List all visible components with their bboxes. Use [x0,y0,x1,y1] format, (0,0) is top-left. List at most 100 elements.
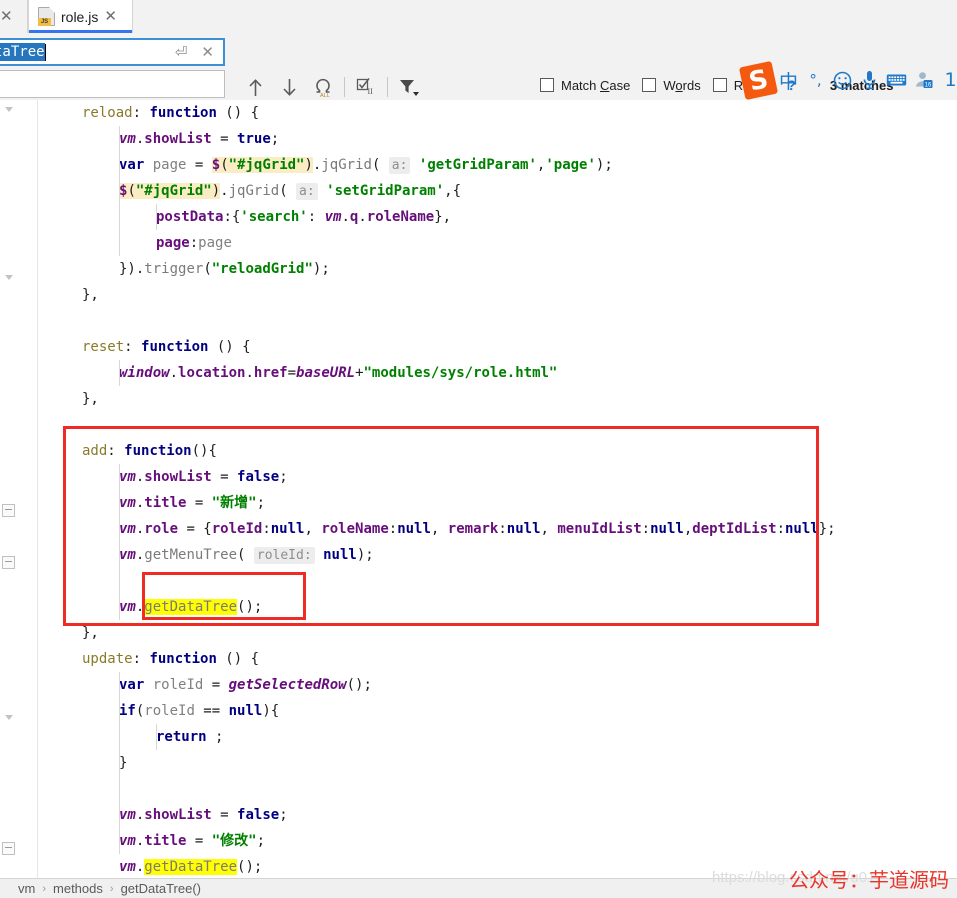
code-token: ( [371,157,389,173]
gutter-divider [37,100,38,878]
fold-collapse-icon[interactable] [2,842,15,855]
emoji-icon[interactable] [829,64,856,97]
next-occurrence-icon[interactable] [272,74,306,100]
previous-occurrence-icon[interactable] [238,74,272,100]
microphone-icon[interactable] [856,64,883,97]
ime-extra-icon[interactable]: 1 [937,64,957,97]
search-input-value: taTree [0,43,45,61]
code-token: "reloadGrid" [211,261,313,277]
code-token: = [186,495,212,511]
code-token: if [119,703,136,719]
sogou-ime-toolbar[interactable]: S 中 °, 16 1 [738,60,957,100]
code-token: , [304,521,322,537]
checkbox-box [642,78,657,92]
code-token: : [498,521,507,537]
code-token: page [152,157,187,173]
fold-collapse-icon[interactable] [2,556,15,569]
code-token: location [178,365,246,381]
code-token: null [506,521,541,537]
clear-search-icon[interactable]: ✕ [201,45,214,60]
indent-guide [119,126,120,256]
code-token: function [141,339,209,355]
code-line: reset: function () { [82,334,251,360]
code-token: roleId [211,521,263,537]
fold-collapse-icon[interactable] [2,504,15,517]
fold-arrow-icon[interactable] [2,272,15,285]
code-token: 'page' [545,157,596,173]
code-token: : [776,521,785,537]
indent-guide [156,204,157,230]
sogou-logo-icon[interactable]: S [738,60,779,100]
words-checkbox[interactable]: Words [642,78,701,93]
code-token: vm [119,807,136,823]
code-token: trigger [144,261,204,277]
fold-arrow-icon[interactable] [2,712,15,725]
code-token: ) [211,183,221,199]
code-line: }).trigger("reloadGrid"); [119,256,330,282]
code-token: roleName [366,209,435,225]
punctuation-mode-icon[interactable]: °, [802,64,829,97]
preview-replacements-icon[interactable]: II [349,74,383,100]
javascript-file-icon: JS [38,7,55,26]
code-token: null [785,521,819,537]
code-token: ; [256,495,266,511]
breadcrumb-item-vm[interactable]: vm [18,881,35,896]
match-highlight-getdatatree: getDataTree [144,859,238,875]
code-token: }, [82,287,99,303]
code-line: add: function(){ [82,438,217,464]
code-token: ( [279,183,297,199]
search-input[interactable]: taTree ⏎ ✕ [0,38,225,66]
code-line: }, [82,620,99,646]
breadcrumb-item-methods[interactable]: methods [53,881,103,896]
close-icon[interactable]: ✕ [0,9,13,24]
filter-icon[interactable] [392,74,426,100]
code-token: vm [119,859,136,875]
code-line: vm.getDataTree(); [119,854,262,878]
code-line: update: function () { [82,646,259,672]
code-token: null [270,521,305,537]
code-token: }). [119,261,145,277]
user-profile-icon[interactable]: 16 [910,64,937,97]
code-editor[interactable]: reload: function () {vm.showList = true;… [0,100,957,878]
editor-gutter[interactable] [0,100,18,878]
select-all-occurrences-icon[interactable]: ALL [306,74,340,100]
code-token: . [220,183,229,199]
close-icon[interactable]: ✕ [104,9,117,24]
toolbar-divider [387,77,388,97]
code-token: vm [119,521,136,537]
code-token: jqGrid [321,157,372,173]
toolbar-divider [344,77,345,97]
checkbox-box [540,78,554,92]
breadcrumb-item-getdatatree[interactable]: getDataTree() [121,881,201,896]
match-case-checkbox[interactable]: Match Case [540,78,630,93]
tab-previous-file[interactable]: s ✕ [0,0,28,33]
keyboard-glyph [886,74,907,86]
code-token: ; [279,807,288,823]
code-token: ( [237,547,254,563]
code-token: showList [144,131,212,147]
code-token: ; [279,469,288,485]
code-token: function [124,443,192,459]
code-token: ); [356,547,374,563]
code-token: = { [178,521,212,537]
code-token: ,{ [444,183,462,199]
tab-role-js[interactable]: JS role.js ✕ [28,0,133,33]
code-token: ( [220,157,229,173]
keyboard-icon[interactable] [883,64,910,97]
code-token: ); [312,261,330,277]
new-line-icon[interactable]: ⏎ [175,45,188,60]
replace-input[interactable] [0,70,225,98]
input-mode-chinese-icon[interactable]: 中 [775,64,802,97]
omega-all-glyph: ALL [316,78,330,98]
fold-arrow-icon[interactable] [2,104,15,117]
code-token: : [107,443,125,459]
code-token: vm [324,209,342,225]
code-token: var [119,677,145,693]
code-token: . [341,209,350,225]
code-token: menuIdList [557,521,642,537]
code-token: vm [119,833,136,849]
code-token: ; [256,833,266,849]
code-line: window.location.href=baseURL+"modules/sy… [119,360,557,386]
